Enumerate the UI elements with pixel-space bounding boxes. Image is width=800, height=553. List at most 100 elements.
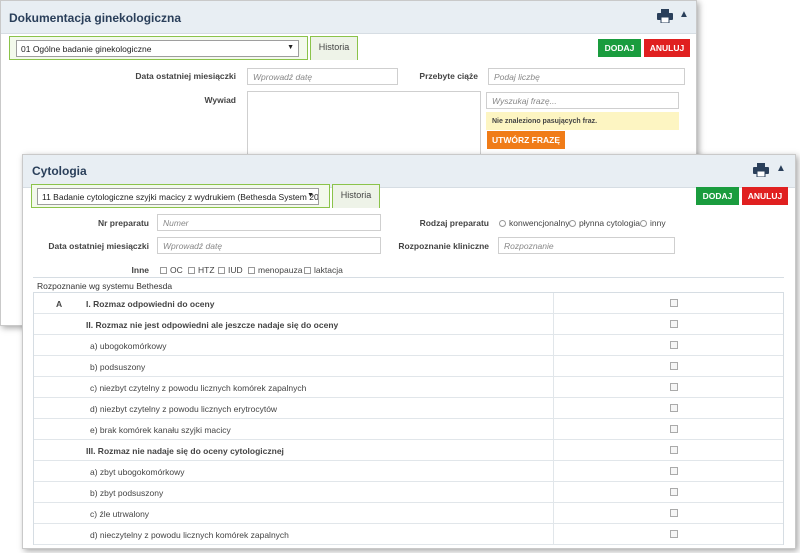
row-label: c) źle utrwalony bbox=[90, 509, 150, 519]
table-row: c) niezbyt czytelny z powodu licznych ko… bbox=[34, 377, 783, 398]
section-letter: A bbox=[56, 299, 63, 309]
other-label: Inne bbox=[131, 265, 149, 275]
chevron-down-icon: ▼ bbox=[307, 192, 314, 199]
checkbox-label: menopauza bbox=[258, 265, 303, 275]
column-divider bbox=[553, 398, 554, 418]
interview-label: Wywiad bbox=[204, 95, 237, 105]
row-checkbox[interactable] bbox=[670, 341, 678, 349]
last-period-input[interactable]: Wprowadź datę bbox=[157, 237, 381, 254]
pregnancies-label: Przebyte ciąże bbox=[419, 71, 478, 81]
pregnancies-input[interactable]: Podaj liczbę bbox=[488, 68, 685, 85]
table-row: b) zbyt podsuszony bbox=[34, 482, 783, 503]
clinical-diagnosis-label: Rozpoznanie kliniczne bbox=[398, 241, 489, 251]
row-label: d) nieczytelny z powodu licznych komórek… bbox=[90, 530, 289, 540]
column-divider bbox=[553, 419, 554, 439]
prep-type-label: Rodzaj preparatu bbox=[419, 218, 489, 228]
column-divider bbox=[553, 482, 554, 502]
row-checkbox[interactable] bbox=[670, 488, 678, 496]
checkbox-label: OC bbox=[170, 265, 183, 275]
table-row: e) brak komórek kanału szyjki macicy bbox=[34, 419, 783, 440]
clinical-diagnosis-input[interactable]: Rozpoznanie bbox=[498, 237, 675, 254]
column-divider bbox=[553, 524, 554, 544]
row-checkbox[interactable] bbox=[670, 320, 678, 328]
row-checkbox[interactable] bbox=[670, 425, 678, 433]
table-row: d) nieczytelny z powodu licznych komórek… bbox=[34, 524, 783, 545]
row-checkbox[interactable] bbox=[670, 383, 678, 391]
row-label: III. Rozmaz nie nadaje się do oceny cyto… bbox=[86, 446, 284, 456]
table-row: III. Rozmaz nie nadaje się do oceny cyto… bbox=[34, 440, 783, 461]
template-select-value: 11 Badanie cytologiczne szyjki macicy z … bbox=[42, 192, 319, 202]
collapse-caret-icon[interactable]: ▲ bbox=[679, 9, 689, 20]
radio-icon bbox=[499, 220, 506, 228]
chevron-down-icon: ▼ bbox=[287, 44, 294, 51]
collapse-caret-icon[interactable]: ▲ bbox=[776, 163, 786, 174]
checkbox-label: laktacja bbox=[314, 265, 343, 275]
row-label: b) podsuszony bbox=[90, 362, 146, 372]
row-checkbox[interactable] bbox=[670, 446, 678, 454]
last-period-input[interactable]: Wprowadź datę bbox=[247, 68, 398, 85]
checkbox-icon bbox=[160, 267, 167, 275]
row-checkbox[interactable] bbox=[670, 530, 678, 538]
prep-type-liquid-radio[interactable]: płynna cytologia bbox=[569, 218, 640, 228]
column-divider bbox=[553, 293, 554, 313]
other-menopause-checkbox[interactable]: menopauza bbox=[248, 265, 302, 275]
prep-type-other-radio[interactable]: inny bbox=[640, 218, 666, 228]
tab-history[interactable]: Historia bbox=[332, 184, 380, 208]
row-label: b) zbyt podsuszony bbox=[90, 488, 164, 498]
checkbox-icon bbox=[218, 267, 225, 275]
row-label: a) zbyt ubogokomórkowy bbox=[90, 467, 185, 477]
column-divider bbox=[553, 461, 554, 481]
checkbox-icon bbox=[248, 267, 255, 275]
print-icon[interactable] bbox=[753, 163, 769, 177]
interview-textarea[interactable] bbox=[247, 91, 481, 161]
row-label: a) ubogokomórkowy bbox=[90, 341, 167, 351]
row-label: II. Rozmaz nie jest odpowiedni ale jeszc… bbox=[86, 320, 339, 330]
other-iud-checkbox[interactable]: IUD bbox=[218, 265, 243, 275]
table-row: c) źle utrwalony bbox=[34, 503, 783, 524]
column-divider bbox=[553, 335, 554, 355]
radio-icon bbox=[640, 220, 647, 228]
cancel-button[interactable]: ANULUJ bbox=[644, 39, 690, 57]
row-checkbox[interactable] bbox=[670, 362, 678, 370]
template-select[interactable]: 01 Ogólne badanie ginekologiczne ▼ bbox=[16, 40, 299, 57]
prep-number-input[interactable]: Numer bbox=[157, 214, 381, 231]
table-row: a) zbyt ubogokomórkowy bbox=[34, 461, 783, 482]
bethesda-header: Rozpoznanie wg systemu Bethesda bbox=[33, 277, 784, 293]
last-period-label: Data ostatniej miesiączki bbox=[48, 241, 149, 251]
checkbox-label: IUD bbox=[228, 265, 243, 275]
radio-icon bbox=[569, 220, 576, 228]
create-phrase-button[interactable]: UTWÓRZ FRAZĘ bbox=[487, 131, 565, 149]
no-phrases-message: Nie znaleziono pasujących fraz. bbox=[486, 112, 679, 130]
prep-type-conventional-radio[interactable]: konwencjonalny bbox=[499, 218, 569, 228]
add-button[interactable]: DODAJ bbox=[598, 39, 641, 57]
column-divider bbox=[553, 440, 554, 460]
row-label: e) brak komórek kanału szyjki macicy bbox=[90, 425, 231, 435]
column-divider bbox=[553, 377, 554, 397]
row-checkbox[interactable] bbox=[670, 404, 678, 412]
checkbox-icon bbox=[188, 267, 195, 275]
table-row: II. Rozmaz nie jest odpowiedni ale jeszc… bbox=[34, 314, 783, 335]
prep-number-label: Nr preparatu bbox=[97, 218, 149, 228]
template-select[interactable]: 11 Badanie cytologiczne szyjki macicy z … bbox=[37, 188, 319, 205]
other-htz-checkbox[interactable]: HTZ bbox=[188, 265, 215, 275]
table-row: b) podsuszony bbox=[34, 356, 783, 377]
other-oc-checkbox[interactable]: OC bbox=[160, 265, 183, 275]
tab-history[interactable]: Historia bbox=[310, 36, 358, 60]
row-checkbox[interactable] bbox=[670, 467, 678, 475]
cancel-button[interactable]: ANULUJ bbox=[742, 187, 788, 205]
other-lactation-checkbox[interactable]: laktacja bbox=[304, 265, 343, 275]
row-checkbox[interactable] bbox=[670, 509, 678, 517]
print-icon[interactable] bbox=[657, 9, 673, 23]
phrase-search-input[interactable]: Wyszukaj frazę... bbox=[486, 92, 679, 109]
panel-title: Dokumentacja ginekologiczna bbox=[9, 11, 182, 25]
checkbox-icon bbox=[304, 267, 311, 275]
checkbox-label: HTZ bbox=[198, 265, 215, 275]
table-row: a) ubogokomórkowy bbox=[34, 335, 783, 356]
radio-label: konwencjonalny bbox=[509, 218, 570, 228]
row-checkbox[interactable] bbox=[670, 299, 678, 307]
template-select-value: 01 Ogólne badanie ginekologiczne bbox=[21, 44, 152, 54]
row-label: c) niezbyt czytelny z powodu licznych ko… bbox=[90, 383, 307, 393]
add-button[interactable]: DODAJ bbox=[696, 187, 739, 205]
radio-label: inny bbox=[650, 218, 666, 228]
bethesda-table: A I. Rozmaz odpowiedni do oceny II. Rozmaz… bbox=[33, 293, 784, 545]
